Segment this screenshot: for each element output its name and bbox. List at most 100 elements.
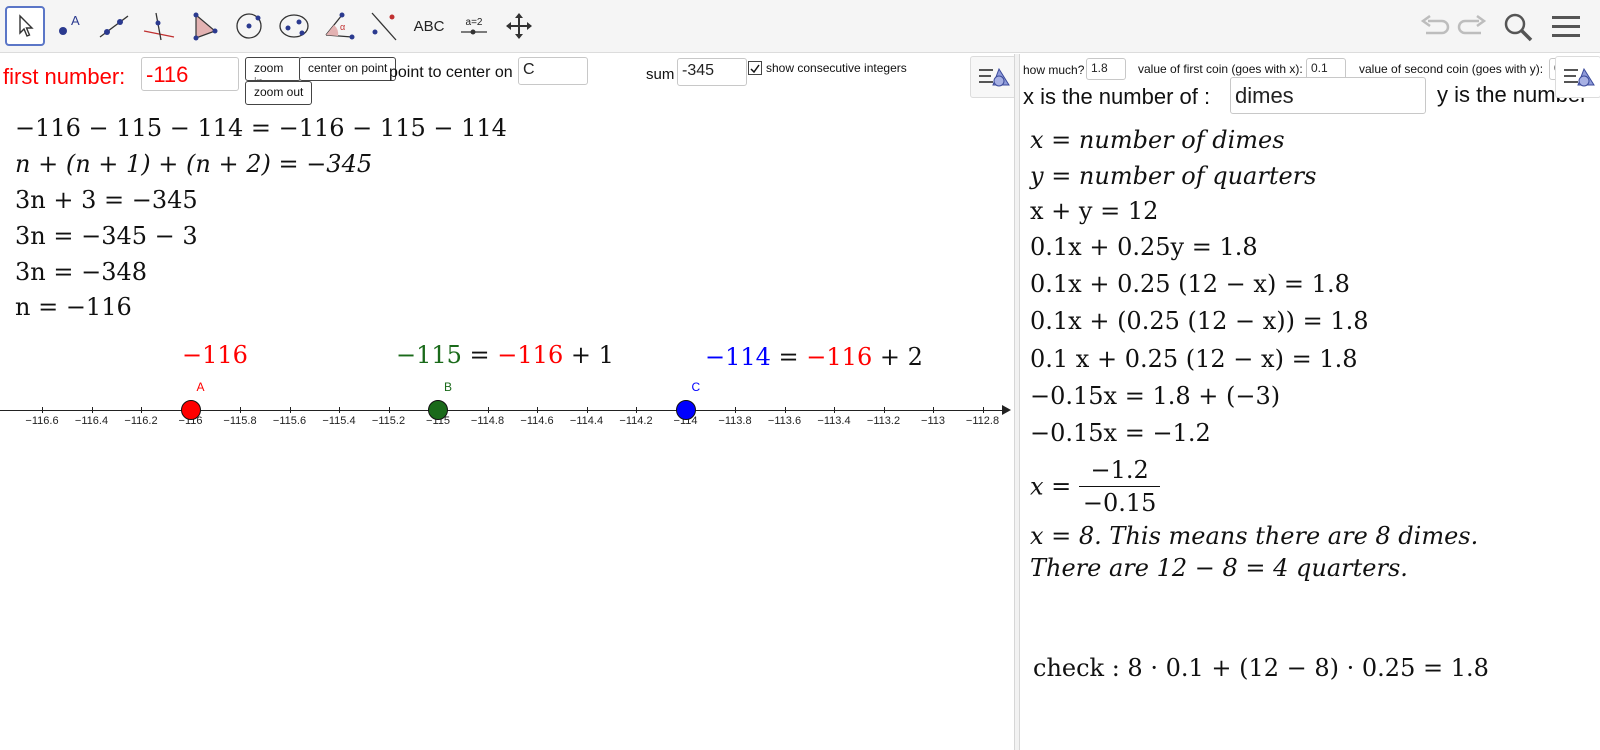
move-arrows-icon <box>506 13 532 39</box>
equation-substitute-paren: 0.1x + (0.25 (12 − x)) = 1.8 <box>1030 307 1369 335</box>
style-bar-icon <box>979 67 1010 87</box>
svg-text:α: α <box>340 22 345 32</box>
ellipse-icon <box>279 14 309 38</box>
equation-line-2: n + (n + 1) + (n + 2) = −345 <box>15 150 373 178</box>
equation-line-5: 3n = −348 <box>15 258 148 286</box>
equation-fraction: x = −1.2 −0.15 <box>1030 454 1161 519</box>
equation-line-4: 3n = −345 − 3 <box>15 222 198 250</box>
slider-tool-button[interactable]: a=2 <box>454 6 494 46</box>
equation-substitute: 0.1x + 0.25 (12 − x) = 1.8 <box>1030 270 1350 298</box>
axis-tick-label: −114.8 <box>470 415 505 427</box>
zoom-in-button[interactable]: zoom in <box>245 57 301 81</box>
equation-line-6: n = −116 <box>15 293 132 321</box>
axis-tick-mark <box>636 407 637 413</box>
fraction: −1.2 −0.15 <box>1078 454 1161 519</box>
graphics2-style-bar-toggle[interactable] <box>1555 56 1600 98</box>
sum-label: sum <box>646 66 675 83</box>
equation-line-1: −116 − 115 − 114 = −116 − 115 − 114 <box>15 114 507 142</box>
definition-x: x = number of dimes <box>1030 126 1285 154</box>
axis-tick-label: −115.2 <box>371 415 406 427</box>
search-icon <box>1504 13 1533 42</box>
point-b[interactable] <box>428 400 448 420</box>
point-c[interactable] <box>675 400 696 420</box>
b-plus-text: + 1 <box>563 341 614 369</box>
axis-tick-mark <box>586 407 588 413</box>
slider-tool-label: a=2 <box>465 16 483 28</box>
polygon-icon <box>193 12 218 41</box>
equation-expanded: 0.1 x + 0.25 (12 − x) = 1.8 <box>1030 345 1358 373</box>
conclusion-quarters: There are 12 − 8 = 4 quarters. <box>1030 554 1408 582</box>
second-coin-label: value of second coin (goes with y): <box>1359 62 1544 76</box>
graphics-view-2[interactable]: how much? 1.8 value of first coin (goes … <box>1020 54 1600 750</box>
polygon-tool-button[interactable] <box>184 6 224 46</box>
fraction-lhs: x = <box>1030 472 1079 501</box>
point-c-value-label: −114 = −116 + 2 <box>705 343 923 371</box>
axis-tick-mark <box>933 407 934 413</box>
axis-tick-label: −113.8 <box>718 415 752 427</box>
undo-button[interactable] <box>1418 10 1452 44</box>
hamburger-menu-icon <box>1552 16 1580 37</box>
reflect-tool-button[interactable] <box>364 6 404 46</box>
axis-tick-label: −116.2 <box>124 415 158 427</box>
style-bar-icon <box>1564 67 1595 87</box>
graphics-view[interactable]: first number: -116 zoom in center on poi… <box>0 54 1014 750</box>
axis-tick-mark <box>487 407 489 413</box>
redo-icon <box>1457 15 1487 35</box>
point-to-center-input[interactable]: C <box>518 57 588 85</box>
move-graphics-view-tool-button[interactable] <box>499 6 539 46</box>
cursor-arrow-icon <box>19 14 34 37</box>
angle-tool-button[interactable]: α <box>319 6 359 46</box>
zoom-out-button[interactable]: zoom out <box>245 81 313 105</box>
number-line-arrow-icon <box>1002 405 1011 415</box>
toolbar: A α ABC a=2 <box>0 0 1600 53</box>
text-tool-button[interactable]: ABC <box>409 6 449 46</box>
fraction-numerator: −1.2 <box>1078 454 1161 487</box>
main-menu-button[interactable] <box>1549 10 1583 44</box>
perpendicular-line-icon <box>143 12 175 41</box>
circle-tool-button[interactable] <box>229 6 269 46</box>
axis-tick-mark <box>883 407 885 413</box>
point-b-name-label: B <box>444 380 453 394</box>
axis-tick-label: −116.6 <box>25 415 59 427</box>
angle-icon: α <box>325 12 355 40</box>
text-tool-label: ABC <box>413 17 445 35</box>
c-value-text: −114 <box>705 343 771 371</box>
svg-text:A: A <box>71 13 80 28</box>
equation-line-3: 3n + 3 = −345 <box>15 186 198 214</box>
b-base-text: −116 <box>497 341 564 369</box>
axis-tick-label: −114.4 <box>569 415 604 427</box>
point-tool-button[interactable]: A <box>49 6 89 46</box>
axis-tick-mark <box>388 407 390 413</box>
b-equals-text: = <box>461 341 498 369</box>
graphics-style-bar-toggle[interactable] <box>970 56 1014 98</box>
axis-tick-label: −113.6 <box>767 415 802 427</box>
show-consecutive-checkbox[interactable] <box>748 61 762 75</box>
search-button[interactable] <box>1501 10 1535 44</box>
x-is-label: x is the number of : <box>1023 84 1211 109</box>
ellipse-tool-button[interactable] <box>274 6 314 46</box>
axis-tick-label: −114.2 <box>619 415 653 427</box>
axis-tick-mark <box>141 407 142 413</box>
line-tool-button[interactable] <box>94 6 134 46</box>
x-is-input[interactable]: dimes <box>1230 77 1426 114</box>
axis-tick-label: −113 <box>921 415 945 427</box>
definition-y: y = number of quarters <box>1030 162 1317 190</box>
axis-tick-mark <box>784 407 786 413</box>
point-icon: A <box>59 13 80 35</box>
axis-tick-mark <box>834 407 835 413</box>
point-a[interactable] <box>180 400 201 420</box>
how-much-input[interactable]: 1.8 <box>1086 58 1126 80</box>
sum-input[interactable]: -345 <box>677 58 747 86</box>
axis-tick-label: −112.8 <box>965 415 1000 427</box>
axis-tick-mark <box>240 407 241 413</box>
perpendicular-line-tool-button[interactable] <box>139 6 179 46</box>
how-much-label: how much? <box>1023 63 1085 77</box>
axis-tick-mark <box>289 407 291 413</box>
c-plus-text: + 2 <box>872 343 923 371</box>
move-tool-button[interactable] <box>5 6 45 46</box>
axis-tick-mark <box>91 407 93 413</box>
redo-button[interactable] <box>1455 10 1489 44</box>
equation-sum: x + y = 12 <box>1030 197 1159 225</box>
center-on-point-button[interactable]: center on point <box>299 57 397 81</box>
first-number-input[interactable]: -116 <box>141 57 239 91</box>
